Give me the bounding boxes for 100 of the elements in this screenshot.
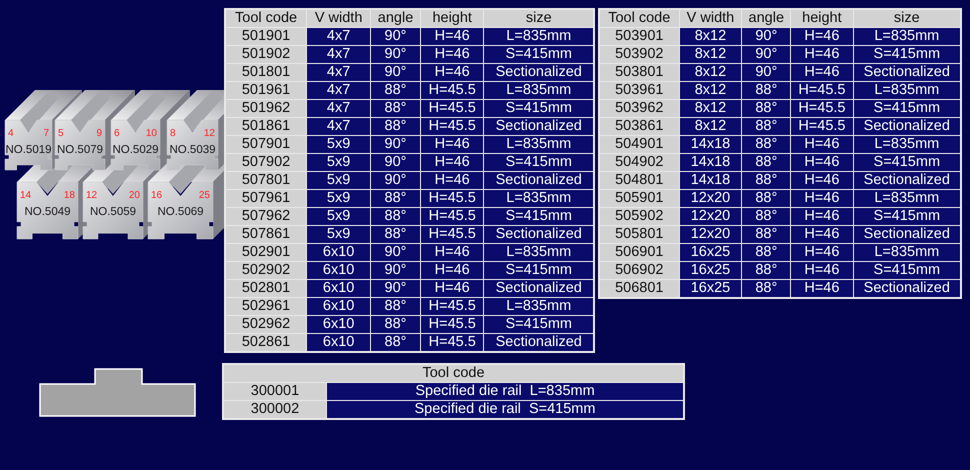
table-cell: 504902 bbox=[599, 154, 680, 172]
table-cell: 88° bbox=[742, 82, 791, 100]
table-cell: 88° bbox=[742, 262, 791, 280]
table-cell: 504801 bbox=[599, 172, 680, 190]
v-width-label: 25 bbox=[198, 190, 210, 201]
table-cell: 505801 bbox=[599, 226, 680, 244]
column-header: V width bbox=[679, 9, 742, 28]
v-width-label: 20 bbox=[128, 190, 140, 201]
table-cell: H=45.5 bbox=[790, 118, 854, 136]
table-cell: 88° bbox=[370, 334, 420, 352]
v-width-label: 4 bbox=[8, 128, 14, 139]
table-cell: 6x10 bbox=[306, 334, 371, 352]
table-cell: 503801 bbox=[599, 64, 680, 82]
table-cell: 88° bbox=[742, 226, 791, 244]
table-cell: 506901 bbox=[599, 244, 680, 262]
table-cell: H=45.5 bbox=[420, 118, 484, 136]
table-cell: H=46 bbox=[790, 208, 854, 226]
table-cell: 6x10 bbox=[306, 316, 371, 334]
table-cell: 90° bbox=[742, 28, 791, 46]
table-cell: 5x9 bbox=[306, 208, 371, 226]
table-cell: L=835mm bbox=[484, 298, 594, 316]
table-cell: 501861 bbox=[225, 118, 307, 136]
table-cell: 6x10 bbox=[306, 244, 371, 262]
column-header: angle bbox=[742, 9, 791, 28]
column-header: height bbox=[420, 9, 484, 28]
table-cell: Specified die rail S=415mm bbox=[326, 400, 684, 419]
table-cell: 4x7 bbox=[306, 46, 371, 64]
table-cell: 507961 bbox=[225, 190, 307, 208]
table-cell: 507901 bbox=[225, 136, 307, 154]
table-cell: H=46 bbox=[420, 244, 484, 262]
table-cell: 5x9 bbox=[306, 172, 371, 190]
column-header: Tool code bbox=[599, 9, 680, 28]
table-cell: H=46 bbox=[790, 28, 854, 46]
table-cell: 88° bbox=[370, 226, 420, 244]
table-cell: 506902 bbox=[599, 262, 680, 280]
table-cell: 300001 bbox=[223, 382, 326, 400]
v-width-label: 10 bbox=[146, 128, 157, 139]
table-cell: 90° bbox=[370, 172, 420, 190]
table-cell: 6x10 bbox=[306, 298, 371, 316]
table-cell: 90° bbox=[742, 64, 791, 82]
model-number: NO.5079 bbox=[56, 144, 104, 156]
column-header: angle bbox=[370, 9, 420, 28]
table-cell: H=46 bbox=[420, 64, 484, 82]
table-cell: 12x20 bbox=[679, 190, 742, 208]
model-number: NO.5029 bbox=[112, 144, 159, 156]
table-cell: H=45.5 bbox=[420, 316, 484, 334]
table-cell: 16x25 bbox=[679, 262, 742, 280]
table-cell: L=835mm bbox=[853, 136, 961, 154]
table-cell: L=835mm bbox=[484, 190, 594, 208]
table-cell: 88° bbox=[370, 100, 420, 118]
table-cell: H=46 bbox=[790, 226, 854, 244]
table-cell: 90° bbox=[370, 262, 420, 280]
table-cell: H=46 bbox=[420, 262, 484, 280]
table-cell: 90° bbox=[370, 154, 420, 172]
table-cell: L=835mm bbox=[484, 82, 594, 100]
table-cell: S=415mm bbox=[853, 154, 961, 172]
table-cell: Sectionalized bbox=[853, 64, 961, 82]
table-cell: 6x10 bbox=[306, 262, 371, 280]
table-cell: 507801 bbox=[225, 172, 307, 190]
table-cell: 88° bbox=[370, 82, 420, 100]
table-cell: 503962 bbox=[599, 100, 680, 118]
table-cell: S=415mm bbox=[853, 46, 961, 64]
table-cell: 506801 bbox=[599, 280, 680, 298]
table-cell: H=46 bbox=[420, 136, 484, 154]
table-cell: 4x7 bbox=[306, 64, 371, 82]
v-width-label: 8 bbox=[170, 128, 176, 139]
table-cell: 88° bbox=[742, 136, 791, 154]
table-cell: H=46 bbox=[790, 190, 854, 208]
table-cell: 14x18 bbox=[679, 172, 742, 190]
table-cell: 501801 bbox=[225, 64, 307, 82]
table-cell: S=415mm bbox=[484, 208, 594, 226]
table-cell: 88° bbox=[742, 280, 791, 298]
table-cell: S=415mm bbox=[484, 46, 594, 64]
table-cell: H=46 bbox=[790, 136, 854, 154]
v-width-label: 5 bbox=[58, 128, 64, 139]
table-cell: S=415mm bbox=[484, 100, 594, 118]
table-cell: 507861 bbox=[225, 226, 307, 244]
table-cell: 503861 bbox=[599, 118, 680, 136]
table-cell: 88° bbox=[370, 118, 420, 136]
table-cell: S=415mm bbox=[484, 154, 594, 172]
table-cell: H=46 bbox=[790, 262, 854, 280]
table-cell: Specified die rail L=835mm bbox=[326, 382, 684, 400]
table-cell: 6x10 bbox=[306, 280, 371, 298]
table-cell: 88° bbox=[370, 208, 420, 226]
v-width-label: 12 bbox=[86, 190, 98, 201]
table-cell: L=835mm bbox=[484, 136, 594, 154]
table-cell: Sectionalized bbox=[484, 172, 594, 190]
table-cell: 88° bbox=[742, 100, 791, 118]
table-cell: 90° bbox=[370, 46, 420, 64]
table-cell: H=46 bbox=[790, 46, 854, 64]
table-cell: 505901 bbox=[599, 190, 680, 208]
table-cell: 8x12 bbox=[679, 100, 742, 118]
table-cell: 5x9 bbox=[306, 226, 371, 244]
table-cell: 4x7 bbox=[306, 118, 371, 136]
table-cell: H=45.5 bbox=[420, 226, 484, 244]
table-cell: H=45.5 bbox=[790, 100, 854, 118]
column-header: size bbox=[484, 9, 594, 28]
table-cell: 502801 bbox=[225, 280, 307, 298]
table-cell: H=45.5 bbox=[790, 82, 854, 100]
table-cell: 8x12 bbox=[679, 46, 742, 64]
